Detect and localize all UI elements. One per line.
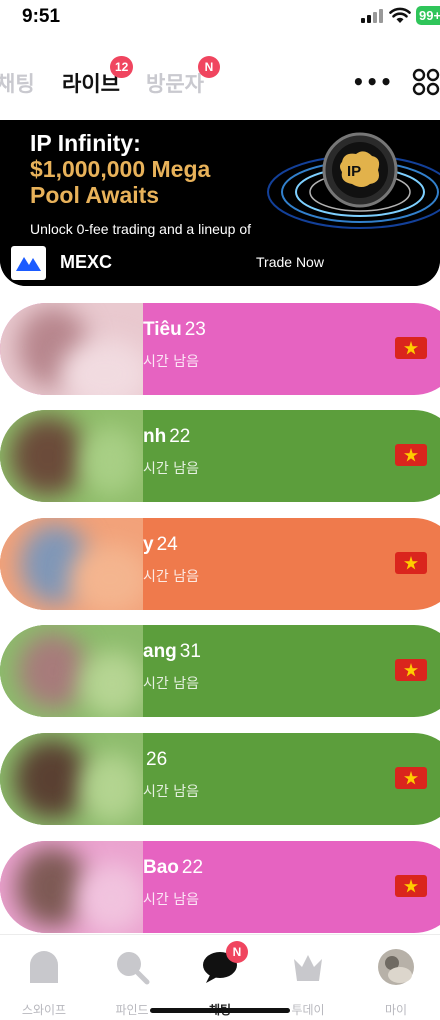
live-item-2[interactable]: nh 22 시간 남음 — [0, 410, 440, 502]
live-name: Tiêu 23 — [143, 319, 206, 341]
ad-brand: MEXC — [60, 252, 113, 272]
top-tab-bar: 채팅 라이브 12 방문자 N ••• — [0, 56, 440, 110]
live-item-1[interactable]: Tiêu 23 시간 남음 — [0, 303, 440, 395]
grid-view-icon[interactable] — [412, 67, 440, 97]
live-thumbnail — [0, 303, 143, 395]
live-remaining: 시간 남음 — [143, 892, 199, 908]
ad-subtitle: $1,000,000 Mega Pool Awaits — [30, 156, 211, 208]
live-thumbnail — [0, 410, 143, 502]
vietnam-flag-icon — [395, 875, 427, 897]
live-age: 24 — [156, 534, 178, 555]
live-count-badge: 12 — [110, 56, 134, 78]
live-name: y 24 — [143, 534, 178, 556]
live-thumbnail — [0, 518, 143, 610]
vietnam-flag-icon — [395, 767, 427, 789]
live-remaining: 시간 남음 — [143, 784, 199, 800]
live-item-3[interactable]: y 24 시간 남음 — [0, 518, 440, 610]
live-name: 26 — [143, 749, 167, 771]
live-item-5[interactable]: 26 시간 남음 — [0, 733, 440, 825]
mexc-logo — [11, 246, 46, 280]
live-name-text: Tiêu — [143, 319, 182, 340]
live-remaining: 시간 남음 — [143, 354, 199, 370]
live-age: 31 — [179, 641, 201, 662]
nav-label: 마이 — [384, 1003, 408, 1017]
live-name: Bao 22 — [143, 857, 203, 879]
battery-indicator: 99+ — [416, 6, 440, 25]
live-age: 22 — [181, 857, 204, 878]
live-age: 22 — [169, 426, 191, 447]
nav-swipe[interactable]: 스와이프 — [0, 935, 88, 1020]
live-item-4[interactable]: ang 31 시간 남음 — [0, 625, 440, 717]
live-list: Tiêu 23 시간 남음 nh 22 시간 남음 y 24 시간 남음 ang 31 … — [0, 303, 440, 933]
ad-footer: MEXC Trade Now — [0, 242, 440, 286]
live-name-text: Bao — [143, 857, 179, 878]
live-name-text: y — [143, 534, 154, 555]
vietnam-flag-icon — [395, 444, 427, 466]
ad-coin-text: IP — [347, 163, 361, 180]
ad-cta-button[interactable]: Trade Now — [256, 254, 324, 270]
search-icon — [117, 952, 150, 985]
tab-chat[interactable]: 채팅 — [0, 68, 35, 98]
tab-live-label: 라이브 — [62, 72, 120, 96]
live-name: nh 22 — [143, 426, 190, 448]
live-thumbnail — [0, 625, 143, 717]
live-remaining: 시간 남음 — [143, 676, 199, 692]
home-indicator — [150, 1008, 290, 1013]
live-thumbnail — [0, 733, 143, 825]
ad-banner[interactable]: IP Infinity: $1,000,000 Mega Pool Awaits… — [0, 120, 440, 286]
live-age: 26 — [146, 749, 168, 770]
tab-visitors[interactable]: 방문자 — [146, 68, 204, 98]
live-name-text: nh — [143, 426, 167, 447]
ad-title: IP Infinity: — [30, 130, 141, 156]
avatar — [378, 949, 414, 985]
vietnam-flag-icon — [395, 659, 427, 681]
cellular-signal-icon — [361, 9, 383, 23]
live-remaining: 시간 남음 — [143, 461, 199, 477]
visitors-new-badge: N — [198, 56, 220, 78]
nav-label: 스와이프 — [21, 1003, 67, 1017]
tombstone-icon — [30, 951, 58, 983]
status-bar: 9:51 99+ — [0, 0, 440, 34]
status-time: 9:51 — [22, 6, 61, 27]
live-item-6[interactable]: Bao 22 시간 남음 — [0, 841, 440, 933]
vietnam-flag-icon — [395, 337, 427, 359]
wifi-icon — [389, 7, 411, 23]
live-remaining: 시간 남음 — [143, 569, 199, 585]
ad-coin-graphic: IP — [267, 132, 440, 229]
nav-my[interactable]: 마이 — [352, 935, 440, 1020]
live-name: ang 31 — [143, 641, 201, 663]
more-options-button[interactable]: ••• — [352, 70, 392, 94]
live-age: 23 — [184, 319, 206, 340]
vietnam-flag-icon — [395, 552, 427, 574]
chat-new-badge: N — [226, 941, 248, 963]
crown-icon — [294, 955, 322, 981]
live-thumbnail — [0, 841, 143, 933]
live-name-text: ang — [143, 641, 177, 662]
